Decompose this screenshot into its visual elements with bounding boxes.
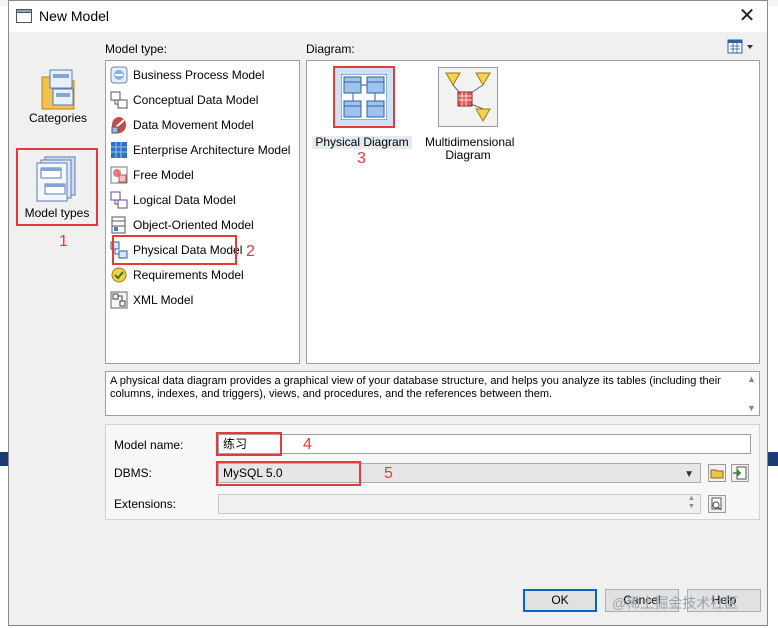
- annotation-number-2: 2: [246, 243, 255, 260]
- list-item-data-movement-model[interactable]: Data Movement Model: [110, 114, 296, 136]
- categories-icon: [41, 69, 75, 110]
- description-box[interactable]: A physical data diagram provides a graph…: [105, 371, 760, 416]
- enterprise-architecture-model-icon: [111, 142, 127, 158]
- model-types-label: Model types: [24, 206, 90, 220]
- list-item-label: XML Model: [133, 293, 194, 307]
- list-item-free-model[interactable]: Free Model: [110, 164, 296, 186]
- business-process-model-icon: [110, 66, 128, 84]
- attach-icon: [711, 497, 722, 511]
- title-bar[interactable]: New Model ✕: [9, 1, 767, 32]
- dbms-properties-button[interactable]: [731, 464, 749, 482]
- list-item-label: Conceptual Data Model: [133, 93, 259, 107]
- model-name-highlight: [216, 432, 282, 456]
- dialog-title: New Model: [39, 8, 110, 24]
- import-icon: [733, 466, 747, 480]
- multidimensional-diagram-label-line2: Diagram: [445, 148, 491, 162]
- annotation-number-1: 1: [59, 233, 68, 250]
- logical-data-model-icon: [110, 191, 128, 209]
- list-item-label: Logical Data Model: [133, 193, 236, 207]
- xml-model-icon: [110, 291, 128, 309]
- chevron-down-icon: ▼: [684, 469, 694, 480]
- description-text: A physical data diagram provides a graph…: [110, 375, 721, 400]
- list-item-label: Free Model: [133, 168, 194, 182]
- diagram-item-physical-diagram[interactable]: Physical Diagram 3: [312, 66, 412, 167]
- extensions-options-button[interactable]: [708, 495, 726, 513]
- object-oriented-model-icon: [111, 216, 126, 234]
- list-item-enterprise-architecture-model[interactable]: Enterprise Architecture Model: [110, 139, 296, 161]
- app-window-icon: [16, 9, 32, 23]
- dbms-highlight: [216, 461, 361, 486]
- annotation-number-4: 4: [303, 436, 312, 453]
- list-item-label: Object-Oriented Model: [133, 218, 254, 232]
- view-options-button[interactable]: [727, 39, 757, 55]
- extensions-spin-icon: ▲ ▼: [688, 495, 695, 510]
- scroll-down-icon[interactable]: ▼: [747, 403, 756, 413]
- annotation-number-3: 3: [357, 150, 366, 167]
- diagram-item-multidimensional-diagram[interactable]: Multidimensional Diagram: [425, 66, 514, 164]
- model-name-input[interactable]: 练习: [218, 434, 751, 454]
- list-item-requirements-model[interactable]: Requirements Model: [110, 264, 296, 286]
- folder-icon: [710, 469, 724, 479]
- extensions-field[interactable]: [218, 494, 701, 514]
- free-model-icon: [110, 166, 128, 184]
- model-types-icon: [36, 156, 76, 202]
- categories-item[interactable]: Categories: [23, 67, 93, 133]
- dbms-label: DBMS:: [114, 466, 153, 480]
- physical-diagram-icon: [341, 74, 387, 120]
- conceptual-data-model-icon: [110, 91, 128, 109]
- list-item-object-oriented-model[interactable]: Object-Oriented Model: [110, 214, 296, 236]
- model-type-label: Model type:: [105, 42, 168, 56]
- list-item-logical-data-model[interactable]: Logical Data Model: [110, 189, 296, 211]
- physical-diagram-label: Physical Diagram: [312, 136, 412, 149]
- annotation-number-5: 5: [384, 465, 393, 482]
- list-item-conceptual-data-model[interactable]: Conceptual Data Model: [110, 89, 296, 111]
- ok-button[interactable]: OK: [523, 589, 597, 612]
- diagram-label: Diagram:: [306, 42, 355, 56]
- scroll-up-icon[interactable]: ▲: [747, 374, 756, 384]
- list-item-label: Data Movement Model: [133, 118, 254, 132]
- model-type-list[interactable]: Business Process Model Conceptual Data M…: [105, 60, 300, 364]
- extensions-label: Extensions:: [114, 497, 177, 511]
- background-blue-bar-right: [768, 452, 778, 466]
- requirements-model-icon: [111, 267, 127, 283]
- physical-diagram-highlight: [333, 66, 395, 128]
- view-options-icon: [727, 39, 753, 54]
- browse-folder-button[interactable]: [708, 464, 726, 482]
- physical-data-model-highlight: [112, 235, 237, 265]
- multidimensional-diagram-label: Multidimensional Diagram: [425, 136, 514, 162]
- model-name-label: Model name:: [114, 438, 184, 452]
- list-item-label: Requirements Model: [133, 268, 244, 282]
- list-item-business-process-model[interactable]: Business Process Model: [110, 64, 296, 86]
- close-icon[interactable]: ✕: [735, 5, 759, 27]
- data-movement-model-icon: [111, 117, 126, 134]
- categories-label: Categories: [28, 111, 88, 125]
- multidimensional-diagram-icon: [438, 67, 498, 127]
- model-types-item[interactable]: Model types: [16, 148, 98, 226]
- new-model-dialog: New Model ✕ Categories Model types 1 Mod…: [8, 0, 768, 626]
- list-item-label: Business Process Model: [133, 68, 265, 82]
- watermark-text: @稀土掘金技术社区: [612, 595, 739, 611]
- list-item-label: Enterprise Architecture Model: [133, 143, 291, 157]
- diagram-list[interactable]: Physical Diagram 3 Multidimensional Diag…: [306, 60, 760, 364]
- list-item-xml-model[interactable]: XML Model: [110, 289, 296, 311]
